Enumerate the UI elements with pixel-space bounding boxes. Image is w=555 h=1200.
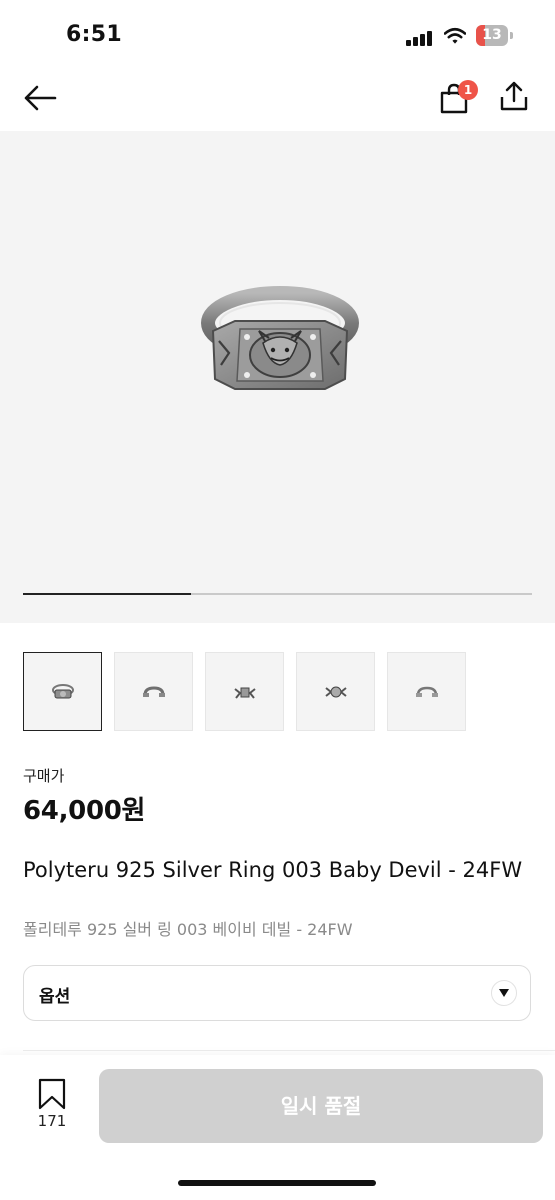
cart-button[interactable]: 1 xyxy=(434,78,478,118)
chevron-down-icon xyxy=(491,980,517,1006)
product-subtitle: 폴리테루 925 실버 링 003 베이비 데빌 - 24FW xyxy=(23,920,353,939)
thumbnail-5[interactable] xyxy=(387,652,466,731)
carousel-progress-fill xyxy=(23,593,191,595)
product-image-carousel[interactable] xyxy=(0,131,555,623)
cart-badge: 1 xyxy=(458,80,478,100)
share-icon xyxy=(500,81,528,111)
battery-level: 13 xyxy=(482,27,502,43)
ring-detail-thumbnail xyxy=(233,687,256,699)
thumbnail-strip xyxy=(23,652,466,731)
ring-front-thumbnail xyxy=(51,683,74,698)
price-value: 64,000원 xyxy=(23,796,146,826)
battery-icon: 13 xyxy=(476,25,514,46)
price-label: 구매가 xyxy=(23,767,65,785)
share-button[interactable] xyxy=(494,76,534,116)
home-indicator xyxy=(178,1180,376,1186)
bookmark-icon xyxy=(38,1078,66,1110)
product-image xyxy=(195,281,365,411)
carousel-progress xyxy=(23,593,532,595)
product-title: Polyteru 925 Silver Ring 003 Baby Devil … xyxy=(23,858,523,882)
wifi-icon xyxy=(443,27,467,45)
wish-button[interactable]: 171 xyxy=(28,1078,76,1132)
cellular-signal-icon xyxy=(406,30,432,46)
wish-count: 171 xyxy=(37,1112,67,1130)
divider xyxy=(23,1050,555,1051)
thumbnail-4[interactable] xyxy=(296,652,375,731)
option-label: 옵션 xyxy=(39,987,71,1007)
thumbnail-3[interactable] xyxy=(205,652,284,731)
option-select[interactable]: 옵션 xyxy=(23,965,531,1021)
ring-back-thumbnail xyxy=(415,686,438,697)
thumbnail-2[interactable] xyxy=(114,652,193,731)
ring-top-thumbnail xyxy=(324,686,347,697)
sold-out-button[interactable]: 일시 품절 xyxy=(99,1069,543,1143)
back-button[interactable] xyxy=(20,78,60,118)
ring-side-thumbnail xyxy=(142,685,165,697)
status-time: 6:51 xyxy=(66,22,122,47)
back-arrow-icon xyxy=(24,85,57,111)
thumbnail-1[interactable] xyxy=(23,652,102,731)
